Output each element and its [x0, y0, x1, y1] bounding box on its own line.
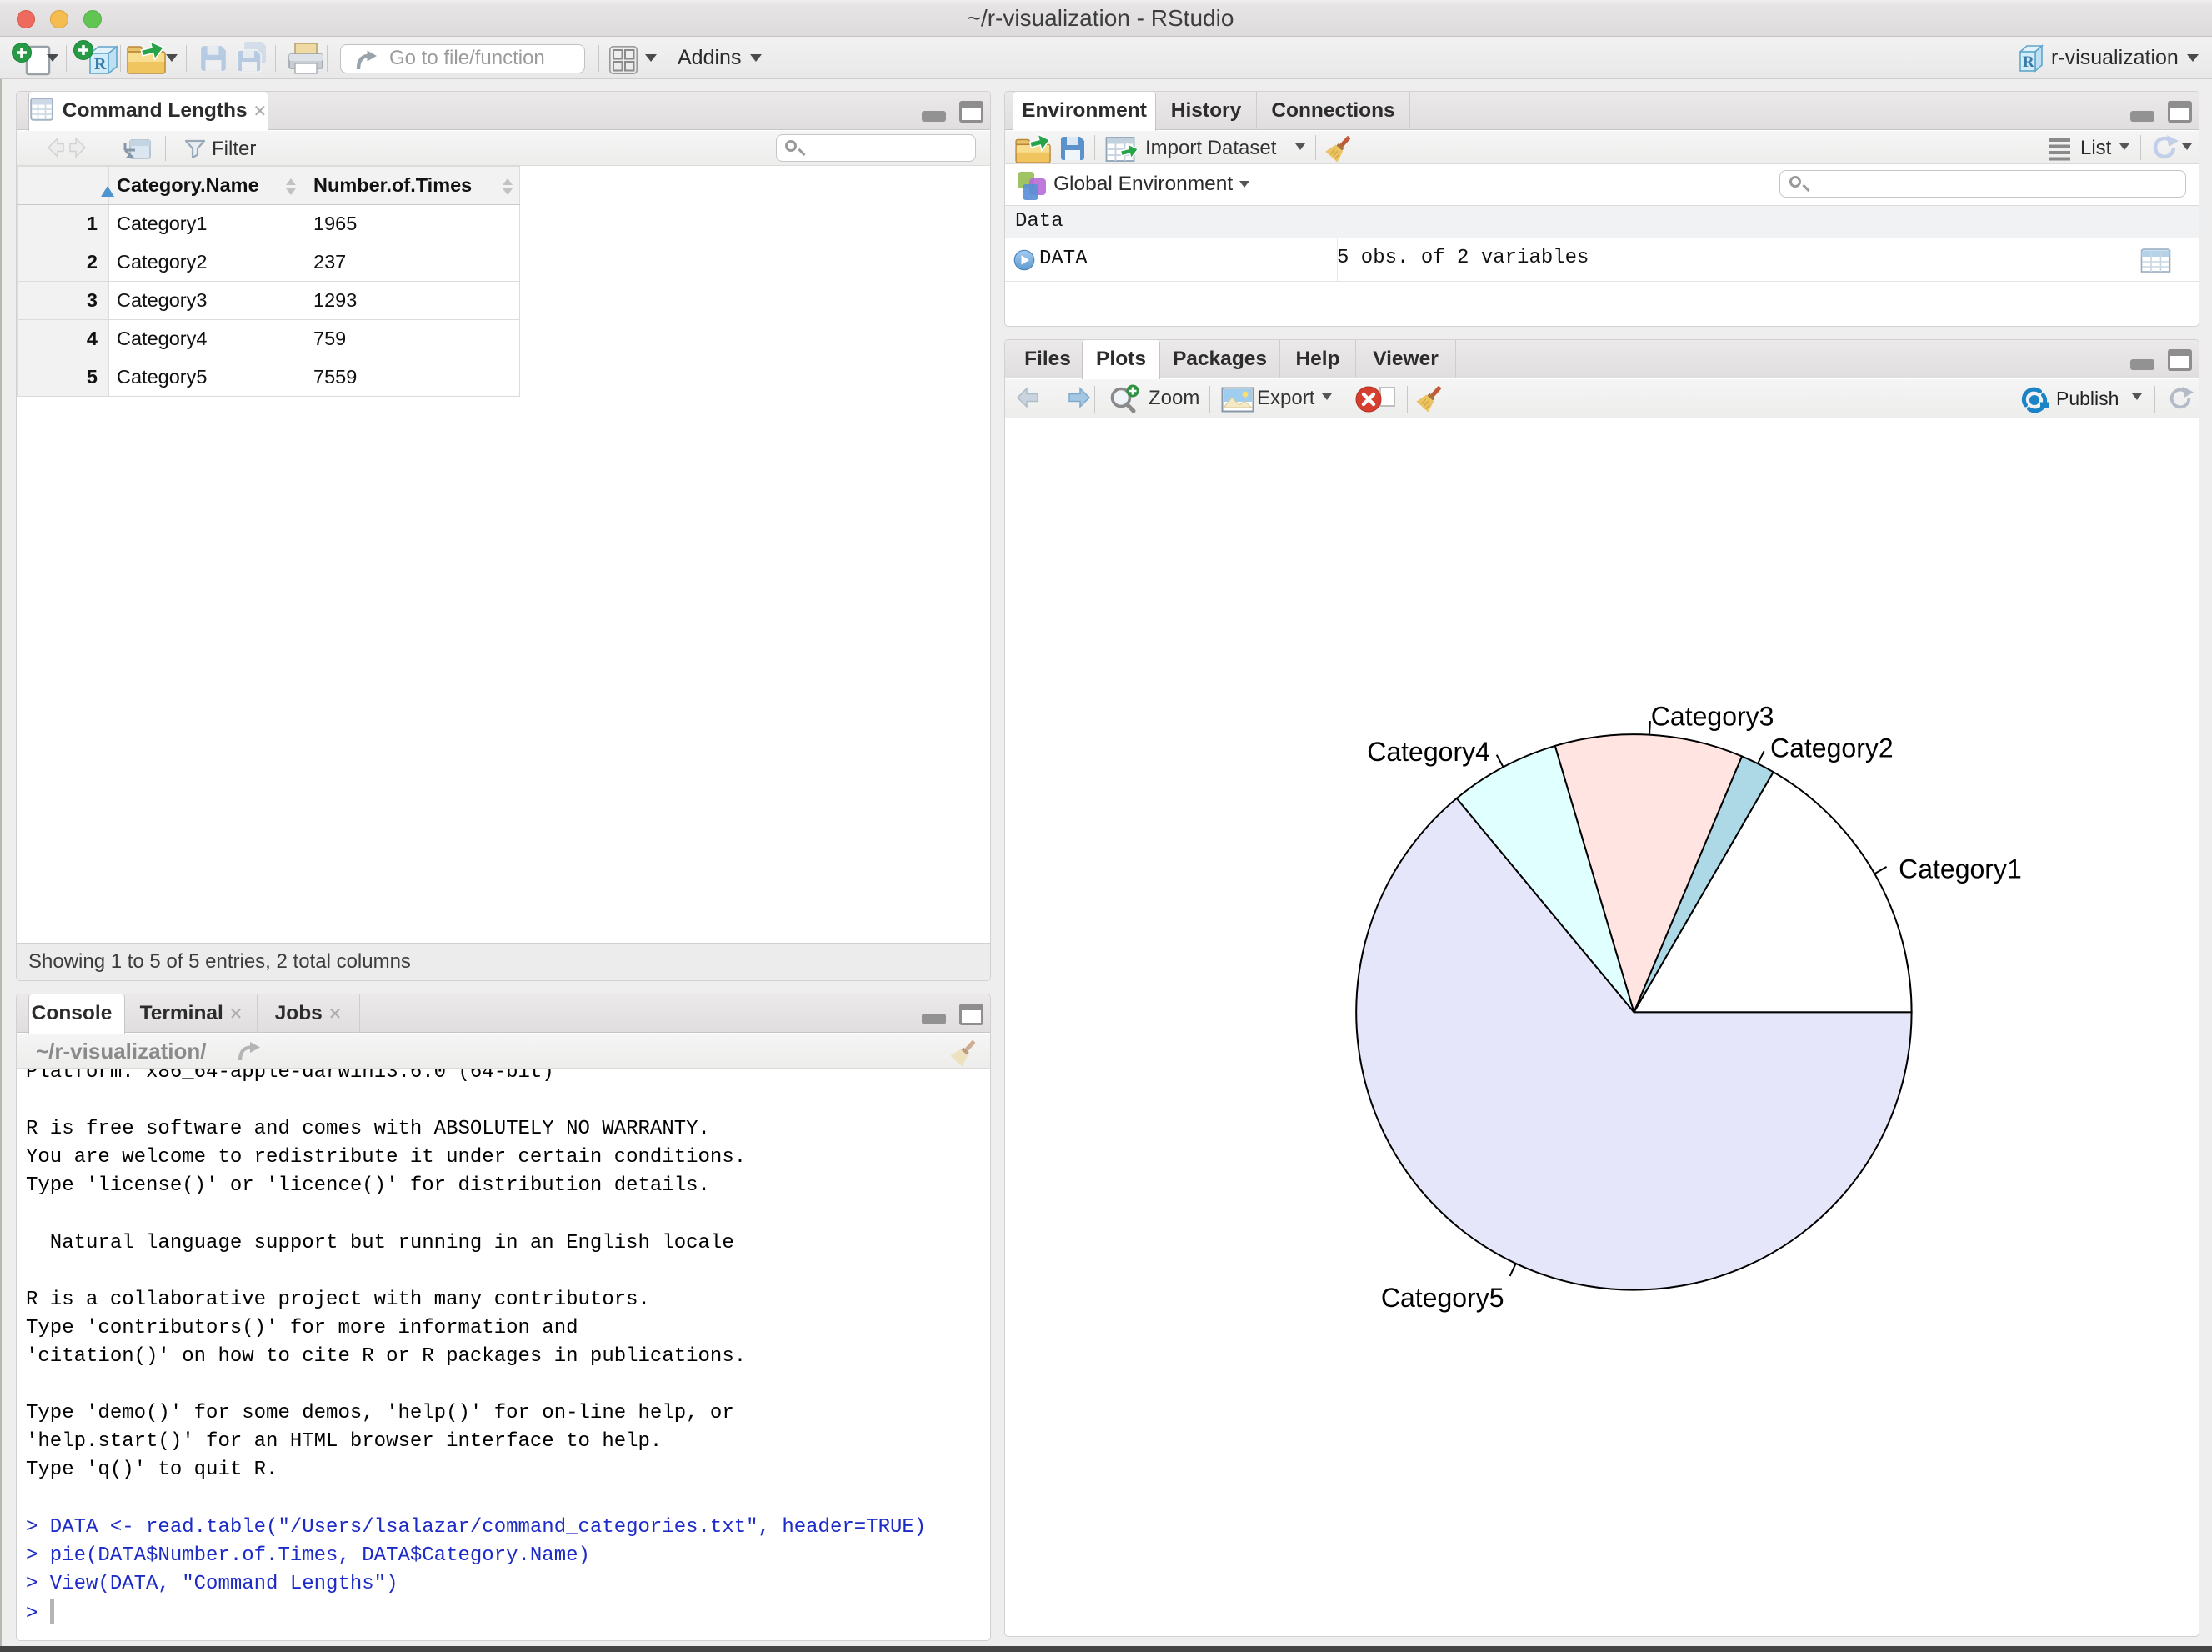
svg-text:Category1: Category1 [1899, 854, 2022, 884]
svg-text:Category4: Category4 [1367, 737, 1490, 767]
svg-text:R: R [2023, 53, 2034, 71]
svg-text:Category3: Category3 [1651, 701, 1774, 731]
svg-text:Category5: Category5 [1381, 1283, 1504, 1313]
svg-text:R: R [94, 55, 107, 73]
svg-text:Category2: Category2 [1770, 733, 1894, 763]
